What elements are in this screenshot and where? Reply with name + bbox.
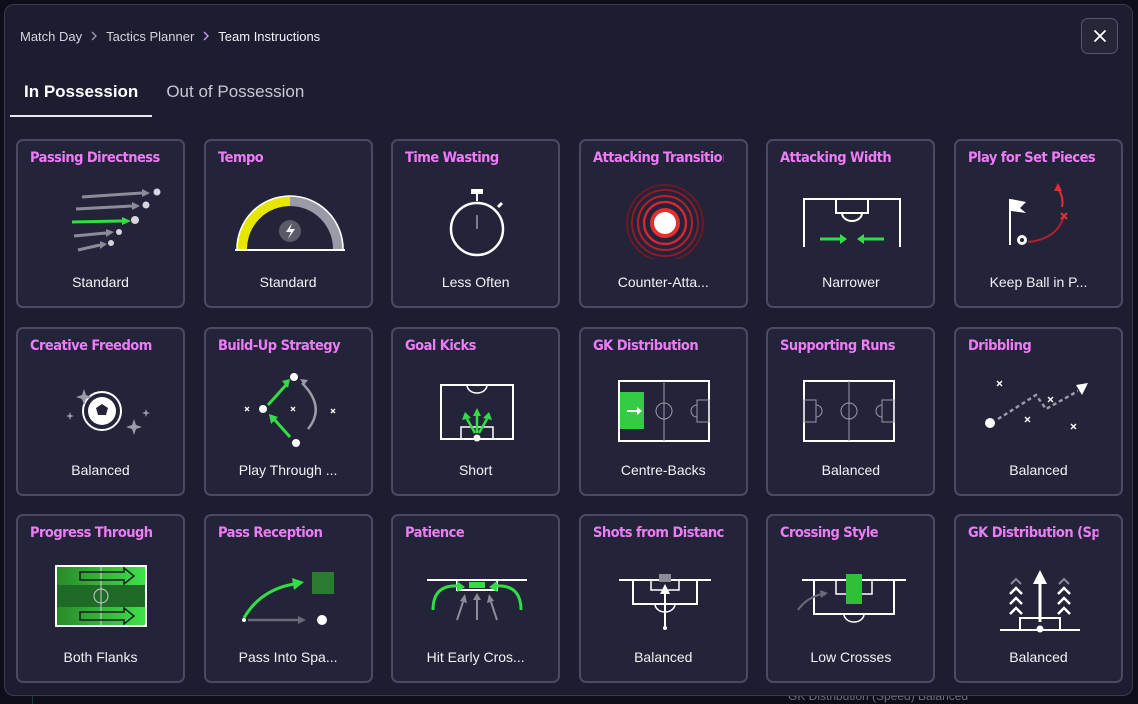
gk-speed-icon bbox=[999, 570, 1080, 633]
card-progress-through[interactable]: Progress Through Both Flanks bbox=[16, 514, 185, 683]
card-value: Balanced bbox=[821, 461, 881, 478]
breadcrumb-match-day[interactable]: Match Day bbox=[20, 29, 82, 44]
chevron-right-icon bbox=[203, 31, 210, 41]
breadcrumb-team-instructions: Team Instructions bbox=[218, 28, 321, 44]
card-title: Creative Freedom bbox=[30, 337, 152, 354]
shots-distance-icon bbox=[618, 574, 711, 630]
progress-flanks-icon bbox=[55, 565, 147, 627]
card-title: Build-Up Strategy bbox=[217, 337, 341, 354]
instruction-grid: Passing Directness Standard Tempo Standa… bbox=[16, 139, 1123, 683]
card-passing-directness[interactable]: Passing Directness Standard bbox=[16, 139, 185, 308]
card-gk-distribution[interactable]: GK Distribution Centre-Backs bbox=[578, 326, 748, 496]
card-title: Patience bbox=[405, 525, 465, 541]
card-value: Keep Ball in P... bbox=[989, 274, 1088, 290]
card-goal-kicks[interactable]: Goal Kicks Short bbox=[391, 326, 561, 496]
card-value: Centre-Backs bbox=[620, 461, 706, 478]
breadcrumb-tactics-planner[interactable]: Tactics Planner bbox=[106, 29, 194, 44]
card-value: Narrower bbox=[822, 274, 880, 290]
corner-flag-icon bbox=[1008, 183, 1068, 245]
attacking-width-icon bbox=[803, 198, 902, 247]
card-shots-from-distance[interactable]: Shots from Distance Balanced bbox=[578, 514, 748, 683]
crossing-style-icon bbox=[797, 574, 907, 623]
card-value: Balanced bbox=[634, 649, 693, 665]
card-title: Pass Reception bbox=[217, 525, 323, 541]
card-value: Standard bbox=[72, 274, 129, 290]
card-value: Both Flanks bbox=[63, 649, 138, 665]
supporting-runs-pitch-icon bbox=[803, 379, 896, 442]
card-value: Hit Early Cros... bbox=[426, 649, 525, 665]
goal-kick-icon bbox=[440, 383, 515, 441]
chevron-right-icon bbox=[91, 31, 98, 41]
tab-in-possession[interactable]: In Possession bbox=[10, 77, 153, 117]
card-time-wasting[interactable]: Time Wasting Less Often bbox=[391, 139, 561, 308]
card-attacking-transition[interactable]: Attacking Transition Counter-Atta... bbox=[578, 139, 748, 308]
card-supporting-runs[interactable]: Supporting Runs Balanced bbox=[766, 326, 936, 496]
patience-icon bbox=[427, 579, 528, 621]
ball-sparkle-icon bbox=[66, 388, 150, 435]
possession-tabs: In Possession Out of Possession bbox=[10, 77, 318, 117]
tab-out-of-possession[interactable]: Out of Possession bbox=[152, 77, 318, 117]
card-value: Counter-Atta... bbox=[617, 274, 709, 290]
card-title: Passing Directness bbox=[30, 150, 160, 166]
card-value: Balanced bbox=[71, 461, 130, 478]
card-value: Play Through ... bbox=[238, 461, 338, 478]
card-gk-distribution-speed[interactable]: GK Distribution (Speed) Balanced bbox=[953, 514, 1123, 683]
card-value: Short bbox=[458, 461, 493, 478]
stopwatch-icon bbox=[449, 189, 505, 257]
card-attacking-width[interactable]: Attacking Width Narrower bbox=[766, 139, 936, 308]
card-tempo[interactable]: Tempo Standard bbox=[203, 139, 373, 308]
card-title: Attacking Transition bbox=[592, 150, 724, 166]
card-title: Supporting Runs bbox=[780, 337, 896, 354]
card-patience[interactable]: Patience Hit Early Cros... bbox=[391, 514, 561, 683]
card-creative-freedom[interactable]: Creative Freedom Balanced bbox=[16, 326, 185, 496]
card-title: Dribbling bbox=[967, 337, 1032, 354]
team-instructions-modal: Match Day Tactics Planner Team Instructi… bbox=[4, 4, 1133, 696]
card-play-for-set-pieces[interactable]: Play for Set Pieces Keep Ball in P... bbox=[953, 139, 1123, 308]
card-title: Play for Set Pieces bbox=[967, 150, 1096, 166]
close-icon bbox=[1093, 29, 1106, 43]
card-title: GK Distribution (Speed) bbox=[967, 525, 1099, 541]
card-title: Goal Kicks bbox=[405, 337, 477, 354]
card-title: Tempo bbox=[217, 150, 264, 166]
card-title: Attacking Width bbox=[780, 150, 892, 166]
breadcrumb: Match Day Tactics Planner Team Instructi… bbox=[20, 28, 320, 44]
card-title: Crossing Style bbox=[780, 525, 879, 541]
tempo-gauge-icon bbox=[234, 195, 345, 251]
passing-directness-icon bbox=[71, 188, 161, 252]
build-up-icon bbox=[244, 372, 336, 447]
card-build-up-strategy[interactable]: Build-Up Strategy Play Through ... bbox=[203, 326, 373, 496]
card-title: Shots from Distance bbox=[592, 525, 724, 541]
card-value: Low Crosses bbox=[810, 649, 892, 665]
card-pass-reception[interactable]: Pass Reception Pass Into Spa... bbox=[203, 514, 373, 683]
gk-distribution-pitch-icon bbox=[617, 379, 710, 442]
card-dribbling[interactable]: Dribbling Balanced bbox=[953, 326, 1123, 496]
card-crossing-style[interactable]: Crossing Style Low Crosses bbox=[766, 514, 936, 683]
dribbling-icon bbox=[984, 380, 1088, 429]
card-value: Balanced bbox=[1009, 649, 1068, 665]
close-button[interactable] bbox=[1081, 18, 1118, 54]
card-value: Less Often bbox=[441, 274, 510, 290]
card-title: Progress Through bbox=[30, 525, 153, 541]
target-rings-icon bbox=[625, 184, 704, 259]
card-title: GK Distribution bbox=[592, 337, 699, 354]
card-value: Standard bbox=[259, 274, 317, 290]
card-title: Time Wasting bbox=[405, 150, 499, 166]
card-value: Pass Into Spa... bbox=[238, 649, 338, 665]
pass-reception-icon bbox=[241, 572, 334, 625]
card-value: Balanced bbox=[1009, 461, 1068, 478]
